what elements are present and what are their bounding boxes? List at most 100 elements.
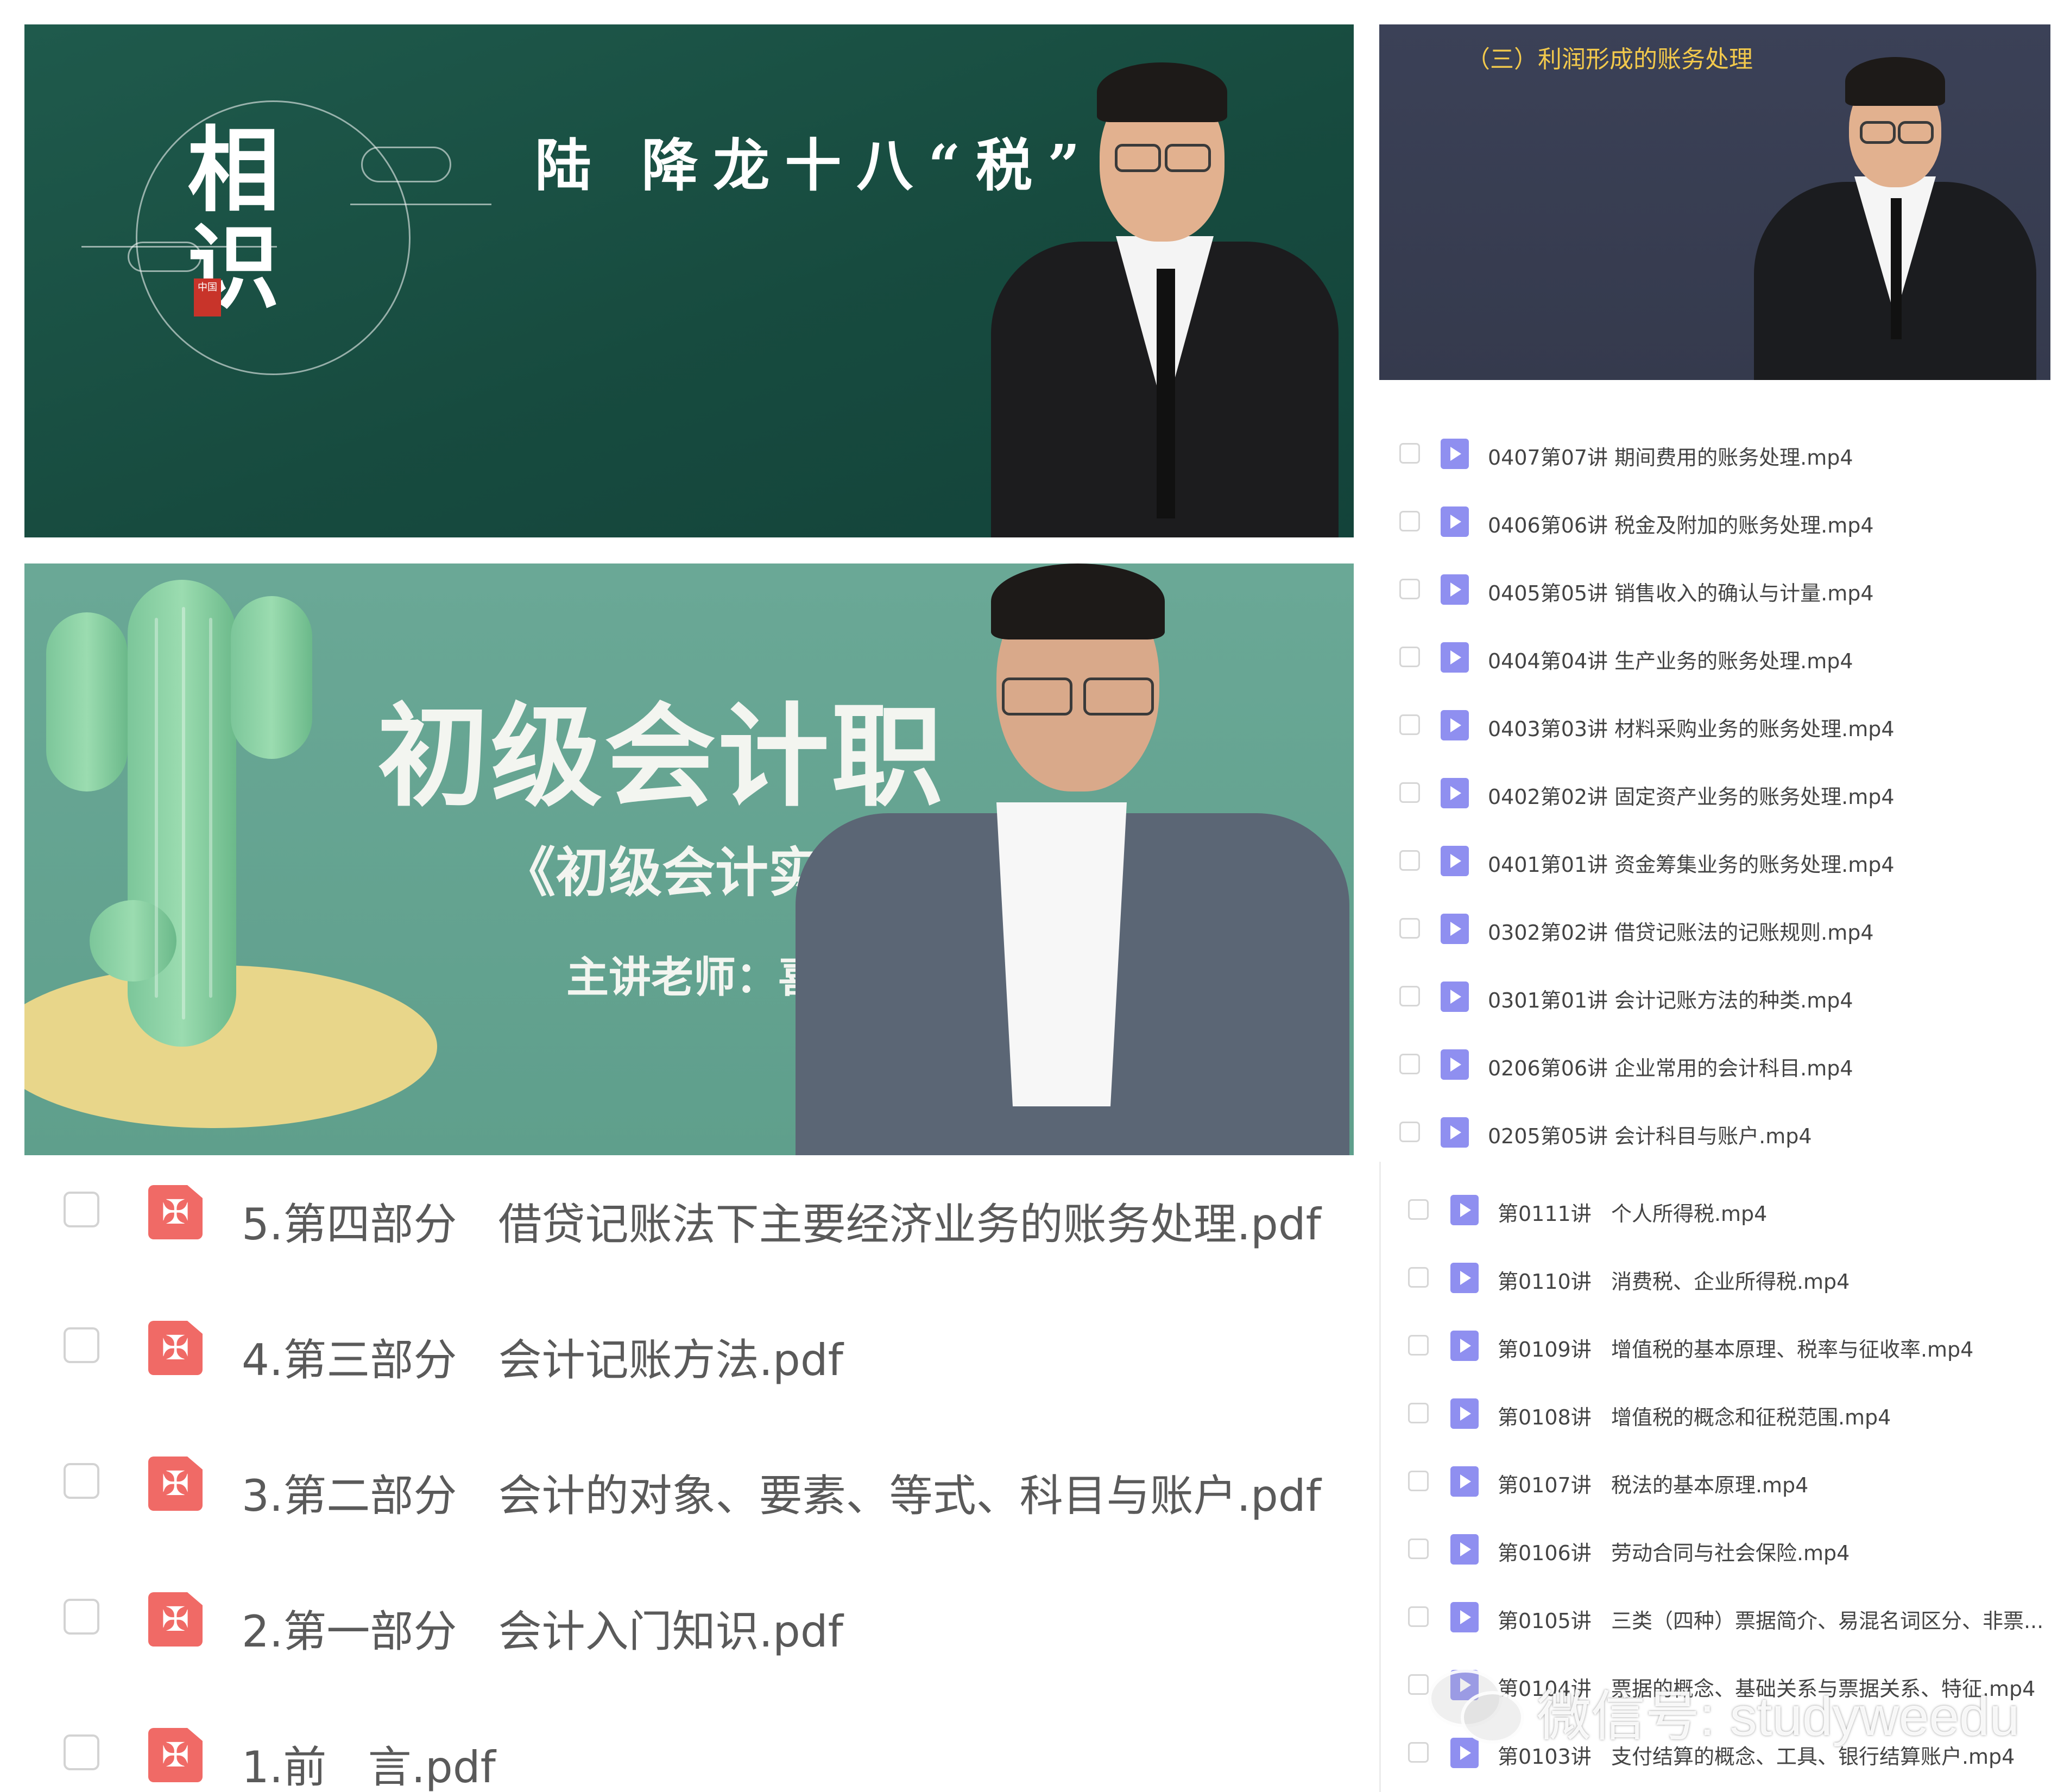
file-name[interactable]: 0205第05讲 会计科目与账户.mp4 — [1488, 1119, 1812, 1149]
file-checkbox[interactable] — [64, 1327, 99, 1363]
video-file-icon — [1450, 1466, 1479, 1497]
file-checkbox[interactable] — [1399, 918, 1420, 939]
file-row[interactable]: 0403第03讲 材料采购业务的账务处理.mp4 — [1379, 689, 2050, 757]
file-row[interactable]: 0206第06讲 企业常用的会计科目.mp4 — [1379, 1029, 2050, 1097]
file-checkbox[interactable] — [1408, 1267, 1429, 1288]
file-row[interactable]: 第0109讲 增值税的基本原理、税率与征收率.mp4 — [1381, 1310, 2052, 1378]
file-name[interactable]: 第0106讲 劳动合同与社会保险.mp4 — [1498, 1536, 1850, 1566]
video-file-icon — [1441, 846, 1469, 876]
file-name[interactable]: 0402第02讲 固定资产业务的账务处理.mp4 — [1488, 780, 1895, 810]
video-file-icon — [1450, 1331, 1479, 1361]
file-row[interactable]: 0302第02讲 借贷记账法的记账规则.mp4 — [1379, 893, 2050, 961]
file-name[interactable]: 第0108讲 增值税的概念和征税范围.mp4 — [1498, 1401, 1891, 1430]
video-file-icon — [1450, 1738, 1479, 1768]
file-checkbox[interactable] — [64, 1463, 99, 1499]
file-checkbox[interactable] — [1408, 1606, 1429, 1627]
file-row[interactable]: 0205第05讲 会计科目与账户.mp4 — [1379, 1097, 2050, 1162]
file-name[interactable]: 0407第07讲 期间费用的账务处理.mp4 — [1488, 441, 1853, 471]
logo-seal: 中国 — [194, 278, 221, 316]
file-row[interactable]: 第0107讲 税法的基本原理.mp4 — [1381, 1446, 2052, 1514]
video-file-icon — [1441, 1117, 1469, 1148]
file-row[interactable]: 第0105讲 三类（四种）票据简介、易混名词区分、非票... — [1381, 1581, 2052, 1649]
file-name[interactable]: 0403第03讲 材料采购业务的账务处理.mp4 — [1488, 712, 1895, 742]
pdf-file-icon — [148, 1321, 203, 1375]
file-row[interactable]: 5.第四部分 借贷记账法下主要经济业务的账务处理.pdf — [24, 1169, 1354, 1250]
file-name[interactable]: 0406第06讲 税金及附加的账务处理.mp4 — [1488, 509, 1874, 539]
file-checkbox[interactable] — [1399, 782, 1420, 803]
lecturer-label: 主讲老师：喜 — [566, 953, 821, 1002]
file-name[interactable]: 0206第06讲 企业常用的会计科目.mp4 — [1488, 1052, 1853, 1081]
file-row[interactable]: 0407第07讲 期间费用的账务处理.mp4 — [1379, 418, 2050, 486]
file-checkbox[interactable] — [1408, 1471, 1429, 1491]
video-file-icon — [1441, 914, 1469, 944]
video-thumbnail-accounting[interactable]: 初级会计职 《初级会计实务》 主讲老师：喜 — [24, 563, 1354, 1155]
file-name[interactable]: 3.第二部分 会计的对象、要素、等式、科目与账户.pdf — [242, 1461, 1321, 1524]
video-file-list-upper: 0407第07讲 期间费用的账务处理.mp4 0406第06讲 税金及附加的账务… — [1379, 380, 2050, 1162]
video-file-icon — [1441, 982, 1469, 1012]
presenter-figure — [991, 62, 1354, 537]
file-checkbox[interactable] — [1399, 1054, 1420, 1074]
video-file-icon — [1450, 1534, 1479, 1565]
file-row[interactable]: 4.第三部分 会计记账方法.pdf — [24, 1305, 1354, 1385]
file-row[interactable]: 第0110讲 消费税、企业所得税.mp4 — [1381, 1242, 2052, 1310]
file-checkbox[interactable] — [1408, 1674, 1429, 1695]
pdf-file-icon — [148, 1592, 203, 1647]
file-name[interactable]: 0404第04讲 生产业务的账务处理.mp4 — [1488, 644, 1853, 674]
file-name[interactable]: 0302第02讲 借贷记账法的记账规则.mp4 — [1488, 916, 1874, 946]
file-name[interactable]: 第0111讲 个人所得税.mp4 — [1498, 1197, 1767, 1227]
file-row[interactable]: 0404第04讲 生产业务的账务处理.mp4 — [1379, 622, 2050, 689]
file-row[interactable]: 第0111讲 个人所得税.mp4 — [1381, 1174, 2052, 1242]
video-file-icon — [1450, 1602, 1479, 1632]
file-checkbox[interactable] — [1399, 850, 1420, 871]
video-file-icon — [1441, 778, 1469, 808]
file-checkbox[interactable] — [64, 1734, 99, 1770]
watermark-text: 微信号: studyweedu — [1537, 1686, 2020, 1747]
pdf-file-icon — [148, 1728, 203, 1782]
wechat-icon — [1461, 1691, 1524, 1744]
pdf-file-icon — [148, 1457, 203, 1511]
file-checkbox[interactable] — [1408, 1335, 1429, 1356]
file-row[interactable]: 0301第01讲 会计记账方法的种类.mp4 — [1379, 961, 2050, 1029]
file-name[interactable]: 第0110讲 消费税、企业所得税.mp4 — [1498, 1265, 1850, 1295]
file-checkbox[interactable] — [1408, 1199, 1429, 1220]
file-checkbox[interactable] — [64, 1192, 99, 1227]
file-row[interactable]: 1.前 言.pdf — [24, 1712, 1354, 1792]
video-thumbnail-tax[interactable]: 相识 中国 陆 降龙十八“税” — [24, 24, 1354, 537]
file-checkbox[interactable] — [1399, 714, 1420, 735]
file-checkbox[interactable] — [1408, 1538, 1429, 1559]
file-row[interactable]: 0405第05讲 销售收入的确认与计量.mp4 — [1379, 554, 2050, 622]
file-name[interactable]: 2.第一部分 会计入门知识.pdf — [242, 1597, 843, 1660]
file-checkbox[interactable] — [64, 1599, 99, 1635]
presenter-figure — [796, 563, 1349, 1155]
file-name[interactable]: 5.第四部分 借贷记账法下主要经济业务的账务处理.pdf — [242, 1189, 1321, 1252]
pdf-file-list: 5.第四部分 借贷记账法下主要经济业务的账务处理.pdf 4.第三部分 会计记账… — [24, 1155, 1354, 1792]
file-row[interactable]: 0406第06讲 税金及附加的账务处理.mp4 — [1379, 486, 2050, 554]
file-checkbox[interactable] — [1408, 1403, 1429, 1423]
presenter-figure — [1754, 57, 2036, 380]
video-thumbnail-profit[interactable]: （三）利润形成的账务处理 — [1379, 24, 2050, 380]
file-checkbox[interactable] — [1399, 986, 1420, 1006]
file-name[interactable]: 第0105讲 三类（四种）票据简介、易混名词区分、非票... — [1498, 1604, 2043, 1634]
file-checkbox[interactable] — [1399, 579, 1420, 599]
file-checkbox[interactable] — [1399, 443, 1420, 464]
file-checkbox[interactable] — [1399, 1122, 1420, 1142]
file-checkbox[interactable] — [1399, 511, 1420, 531]
file-row[interactable]: 3.第二部分 会计的对象、要素、等式、科目与账户.pdf — [24, 1440, 1354, 1521]
file-row[interactable]: 2.第一部分 会计入门知识.pdf — [24, 1576, 1354, 1657]
video-file-icon — [1441, 710, 1469, 740]
file-name[interactable]: 1.前 言.pdf — [242, 1732, 496, 1792]
file-row[interactable]: 0401第01讲 资金筹集业务的账务处理.mp4 — [1379, 825, 2050, 893]
file-checkbox[interactable] — [1399, 647, 1420, 667]
file-row[interactable]: 第0108讲 增值税的概念和征税范围.mp4 — [1381, 1378, 2052, 1446]
video-file-icon — [1441, 439, 1469, 469]
file-name[interactable]: 0301第01讲 会计记账方法的种类.mp4 — [1488, 984, 1853, 1014]
pdf-file-icon — [148, 1185, 203, 1239]
file-name[interactable]: 0401第01讲 资金筹集业务的账务处理.mp4 — [1488, 848, 1895, 878]
file-checkbox[interactable] — [1408, 1742, 1429, 1763]
file-row[interactable]: 0402第02讲 固定资产业务的账务处理.mp4 — [1379, 757, 2050, 825]
file-name[interactable]: 4.第三部分 会计记账方法.pdf — [242, 1325, 843, 1388]
file-name[interactable]: 第0109讲 增值税的基本原理、税率与征收率.mp4 — [1498, 1333, 1973, 1363]
file-row[interactable]: 第0106讲 劳动合同与社会保险.mp4 — [1381, 1514, 2052, 1581]
file-name[interactable]: 第0107讲 税法的基本原理.mp4 — [1498, 1468, 1808, 1498]
file-name[interactable]: 0405第05讲 销售收入的确认与计量.mp4 — [1488, 577, 1874, 606]
